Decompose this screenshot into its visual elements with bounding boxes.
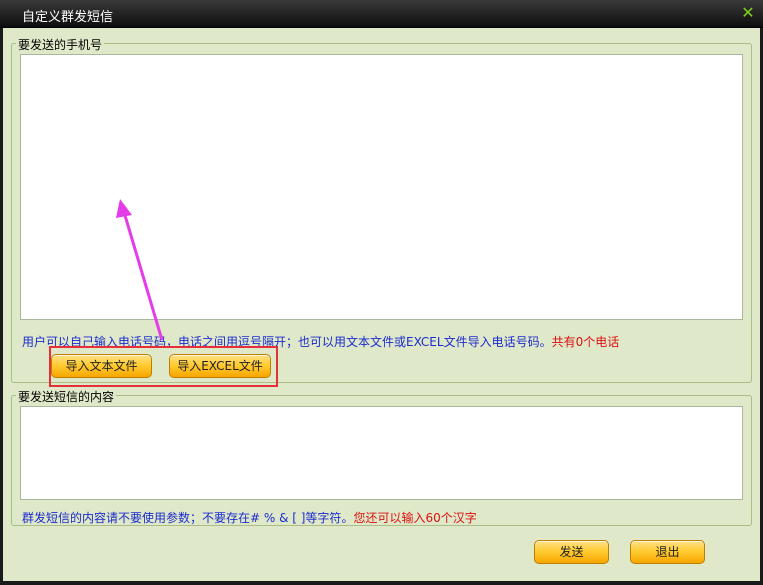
dialog-window: 自定义群发短信 ✕ 要发送的手机号 用户可以自己输入电话号码，电话之间用逗号隔开… [0,0,763,585]
phone-numbers-legend: 要发送的手机号 [16,36,105,53]
phone-numbers-group: 要发送的手机号 用户可以自己输入电话号码，电话之间用逗号隔开；也可以用文本文件或… [11,36,752,383]
message-hint: 群发短信的内容请不要使用参数；不要存在# % & [ ]等字符。您还可以输入60… [22,509,477,526]
annotation-highlight-box [49,346,278,387]
close-icon[interactable]: ✕ [741,4,755,22]
message-content-legend: 要发送短信的内容 [16,388,117,405]
send-button[interactable]: 发送 [534,540,609,564]
window-title: 自定义群发短信 [22,10,114,25]
dialog-body: 要发送的手机号 用户可以自己输入电话号码，电话之间用逗号隔开；也可以用文本文件或… [3,28,760,581]
phone-numbers-input[interactable] [20,54,743,320]
remaining-chars-text: 您还可以输入60个汉字 [353,511,477,525]
message-content-group: 要发送短信的内容 群发短信的内容请不要使用参数；不要存在# % & [ ]等字符… [11,388,752,526]
exit-button[interactable]: 退出 [630,540,705,564]
title-bar[interactable]: 自定义群发短信 ✕ [0,0,763,28]
phone-count-text: 共有0个电话 [551,335,620,349]
message-hint-text: 群发短信的内容请不要使用参数；不要存在# % & [ ]等字符。 [22,511,354,525]
message-content-input[interactable] [20,406,743,500]
